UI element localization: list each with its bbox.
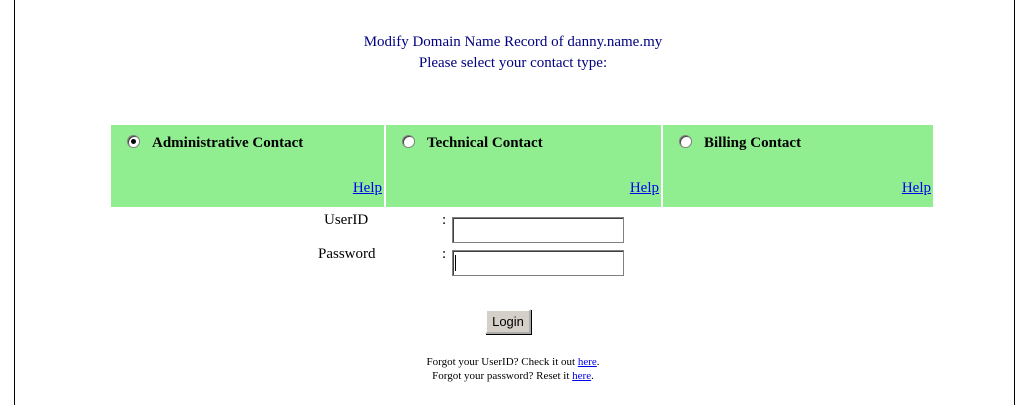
technical-help-link[interactable]: Help (630, 180, 659, 197)
text-caret (455, 255, 456, 271)
forgot-userid-text: Forgot your UserID? Check it out (426, 356, 578, 368)
password-label: Password (318, 245, 376, 262)
technical-label: Technical Contact (427, 135, 543, 151)
password-input[interactable] (452, 250, 624, 276)
forgot-userid-period: . (596, 356, 600, 368)
contact-option-billing: Billing Contact Help (663, 125, 933, 207)
forgot-password-link[interactable]: here (572, 370, 591, 382)
billing-label: Billing Contact (704, 135, 802, 151)
forgot-userid-line: Forgot your UserID? Check it out here. (0, 355, 1026, 369)
administrative-label: Administrative Contact (152, 135, 304, 151)
userid-input[interactable] (452, 217, 624, 243)
forgot-links: Forgot your UserID? Check it out here. F… (0, 355, 1026, 383)
administrative-radio-row[interactable]: Administrative Contact (127, 135, 303, 152)
billing-radio[interactable] (679, 135, 692, 148)
userid-colon: : (442, 211, 447, 228)
page-title: Modify Domain Name Record of danny.name.… (363, 34, 663, 50)
forgot-password-period: . (591, 370, 594, 382)
forgot-password-text: Forgot your password? Reset it (432, 370, 573, 382)
administrative-radio[interactable] (127, 135, 140, 148)
forgot-password-line: Forgot your password? Reset it here. (0, 369, 1026, 383)
billing-radio-row[interactable]: Billing Contact (679, 135, 801, 152)
login-button[interactable]: Login (485, 309, 531, 334)
contact-option-technical: Technical Contact Help (386, 125, 661, 207)
technical-radio[interactable] (402, 135, 415, 148)
page-heading: Modify Domain Name Record of danny.name.… (0, 32, 1026, 74)
administrative-help-link[interactable]: Help (353, 180, 382, 197)
billing-help-link[interactable]: Help (902, 180, 931, 197)
page-subtitle: Please select your contact type: (418, 55, 608, 71)
contact-type-selector: Administrative Contact Help Technical Co… (111, 125, 933, 207)
userid-label: UserID (324, 211, 369, 228)
forgot-userid-link[interactable]: here (578, 356, 597, 368)
contact-option-administrative: Administrative Contact Help (111, 125, 384, 207)
technical-radio-row[interactable]: Technical Contact (402, 135, 543, 152)
password-colon: : (442, 245, 447, 262)
